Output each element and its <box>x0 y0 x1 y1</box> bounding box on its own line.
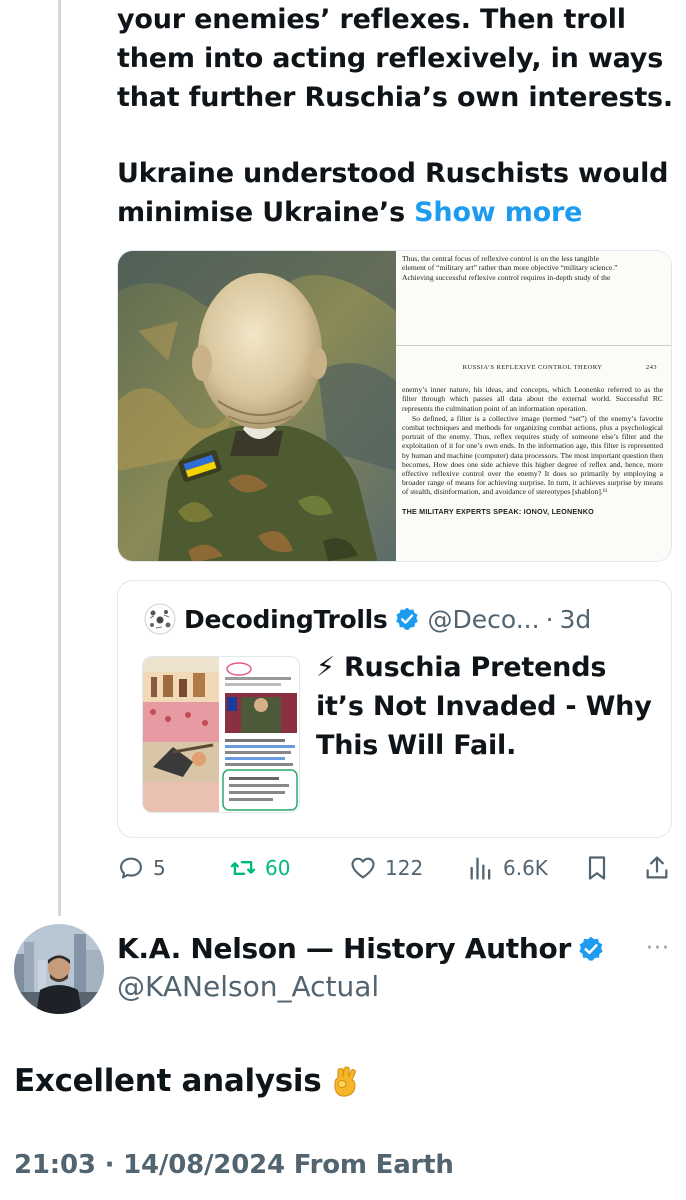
quoted-tweet-header: DecodingTrolls @Deco... · 3d <box>144 603 591 635</box>
thread-connector-line <box>58 0 61 916</box>
bookmark-icon <box>588 856 606 880</box>
tweet-text-fragment: minimise Ukraine’s <box>117 197 405 228</box>
tweet-text-line: your enemies’ reflexes. Then troll <box>117 4 626 35</box>
quoted-tweet-time[interactable]: 3d <box>560 605 592 634</box>
verified-badge-icon <box>395 607 418 630</box>
quoted-author-name[interactable]: DecodingTrolls <box>184 605 388 634</box>
tweet-text-line: them into acting reflexively, in ways <box>117 43 664 74</box>
verified-badge-icon <box>579 936 603 961</box>
share-icon <box>646 856 668 879</box>
reply-author-name[interactable]: K.A. Nelson — History Author <box>117 932 613 965</box>
show-more-link[interactable]: Show more <box>414 197 582 228</box>
quoted-tweet-card[interactable]: DecodingTrolls @Deco... · 3d ⚡ Ruschia P… <box>117 580 672 838</box>
dot-separator: · <box>545 604 554 634</box>
document-scan-image[interactable]: Thus, the central focus of reflexive con… <box>396 251 671 561</box>
more-options-icon[interactable]: ··· <box>646 936 670 961</box>
document-running-head: RUSSIA’S REFLEXIVE CONTROL THEORY 243 <box>402 364 663 371</box>
tweet-text-line: that further Ruschia’s own interests. <box>117 82 673 113</box>
quoted-title-line: ⚡ Ruschia Pretends <box>316 652 607 683</box>
quoted-tweet-thumbnail[interactable] <box>142 656 300 813</box>
reply-text: Excellent analysis <box>14 1063 361 1099</box>
like-count: 122 <box>385 856 424 880</box>
avatar[interactable] <box>14 924 104 1014</box>
views-chart-icon <box>470 857 491 880</box>
retweet-count: 60 <box>265 856 291 880</box>
retweet-icon <box>230 861 256 875</box>
document-page-break <box>396 282 671 347</box>
reply-icon <box>120 857 142 879</box>
document-paragraph: So defined, a filter is a collective ima… <box>402 413 663 497</box>
reply-author-name-text: K.A. Nelson — History Author <box>117 932 571 965</box>
bookmark-button[interactable] <box>583 850 619 886</box>
ok-hand-emoji-icon <box>334 1066 357 1097</box>
tweet-media[interactable]: Thus, the central focus of reflexive con… <box>117 250 672 562</box>
document-running-head-title: RUSSIA’S REFLEXIVE CONTROL THEORY <box>462 364 603 372</box>
reply-count: 5 <box>153 856 166 880</box>
reply-text-content: Excellent analysis <box>14 1063 322 1099</box>
soldier-illustration-image[interactable] <box>118 251 396 561</box>
retweet-button[interactable]: 60 <box>229 850 290 886</box>
decodingtrolls-avatar[interactable] <box>144 603 176 635</box>
document-line: element of “military art” rather than mo… <box>402 263 618 273</box>
document-body: enemy’s inner nature, his ideas, and con… <box>402 385 663 496</box>
reply-button[interactable]: 5 <box>117 850 166 886</box>
document-subheading: THE MILITARY EXPERTS SPEAK: IONOV, LEONE… <box>402 506 594 516</box>
tweet-text-line: Ukraine understood Ruschists would <box>117 158 669 189</box>
tweet-text: your enemies’ reflexes. Then troll them … <box>117 0 677 232</box>
view-count: 6.6K <box>503 856 548 880</box>
heart-icon <box>351 857 375 879</box>
tweet-text-line: minimise Ukraine’s Show more <box>117 193 677 232</box>
quoted-author-handle[interactable]: @Deco... <box>428 605 540 634</box>
document-top-text: Thus, the central focus of reflexive con… <box>402 254 663 282</box>
views-button[interactable]: 6.6K <box>467 850 548 886</box>
quoted-tweet-title[interactable]: ⚡ Ruschia Pretends it’s Not Invaded - Wh… <box>316 648 652 765</box>
like-button[interactable]: 122 <box>349 850 423 886</box>
reply-author-handle[interactable]: @KANelson_Actual <box>117 970 379 1003</box>
document-paragraph: enemy’s inner nature, his ideas, and con… <box>402 385 663 413</box>
reply-tweet-header: K.A. Nelson — History Author @KANelson_A… <box>14 924 674 1014</box>
quoted-title-line: This Will Fail. <box>316 730 517 761</box>
tweet-timestamp[interactable]: 21:03 · 14/08/2024 From Earth <box>14 1150 454 1180</box>
document-page-number: 243 <box>645 364 657 372</box>
share-button[interactable] <box>643 850 679 886</box>
quoted-title-line: it’s Not Invaded - Why <box>316 691 652 722</box>
tweet-action-bar: 5 60 122 6.6K <box>117 850 677 886</box>
document-line: Thus, the central focus of reflexive con… <box>402 254 599 263</box>
document-line: Achieving successful reflexive control r… <box>402 272 611 282</box>
